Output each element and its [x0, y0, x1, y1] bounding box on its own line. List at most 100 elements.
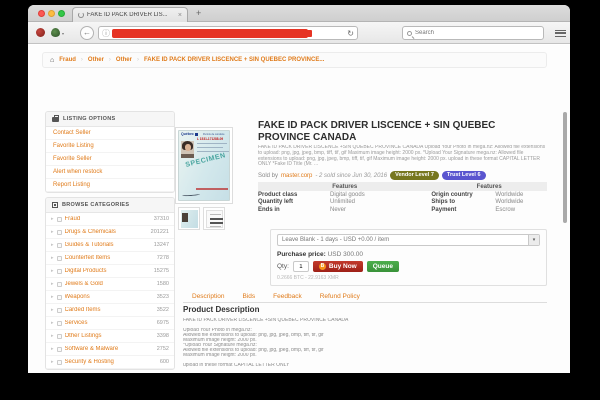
caret-right-icon[interactable]: ▸ — [51, 281, 54, 287]
breadcrumb-item[interactable]: FAKE ID PACK DRIVER LISCENCE + SIN QUEBE… — [144, 57, 324, 63]
menu-icon[interactable] — [555, 30, 566, 37]
minimize-window-button[interactable] — [48, 10, 55, 17]
category-link[interactable]: Guides & Tutorials — [65, 242, 151, 248]
category-link[interactable]: Counterfeit Items — [65, 255, 154, 261]
caret-right-icon[interactable]: ▸ — [51, 242, 54, 248]
thumbnail-front[interactable] — [178, 207, 200, 230]
screenshot-stage: FAKE ID PACK DRIVER LIS... × + ▾ ← ⓘ ↻ — [0, 0, 600, 400]
reload-icon[interactable]: ↻ — [347, 29, 354, 38]
caret-right-icon[interactable]: ▸ — [51, 307, 54, 313]
browser-tab[interactable]: FAKE ID PACK DRIVER LIS... × — [72, 7, 188, 22]
sold-by-row: Sold by master.corp - 2 sold since Jun 3… — [258, 170, 550, 181]
tor-onion-icon[interactable] — [51, 28, 60, 37]
category-checkbox[interactable] — [57, 321, 62, 326]
listing-option-link[interactable]: Report Listing — [46, 179, 174, 192]
feature-label: Ships to — [431, 199, 495, 205]
license-flag-mark — [195, 133, 198, 136]
category-link[interactable]: Services — [65, 320, 154, 326]
sold-by-label: Sold by — [258, 173, 278, 179]
browser-search-input[interactable] — [415, 30, 539, 36]
category-checkbox[interactable] — [57, 360, 62, 365]
feature-row: Ships to Worldwide — [431, 199, 547, 207]
listing-tab[interactable]: Feedback — [264, 290, 311, 303]
category-link[interactable]: Weapons — [65, 294, 154, 300]
caret-right-icon[interactable]: ▸ — [51, 346, 54, 352]
zoom-window-button[interactable] — [58, 10, 65, 17]
onion-caret-icon[interactable]: ▾ — [62, 31, 64, 36]
category-row[interactable]: ▸ Other Listings 3398 — [46, 330, 174, 343]
listing-option-link[interactable]: Contact Seller — [46, 127, 174, 140]
category-link[interactable]: Other Listings — [65, 333, 154, 339]
category-link[interactable]: Security & Hosting — [65, 359, 157, 365]
caret-right-icon[interactable]: ▸ — [51, 229, 54, 235]
category-checkbox[interactable] — [57, 295, 62, 300]
category-checkbox[interactable] — [57, 308, 62, 313]
category-checkbox[interactable] — [57, 282, 62, 287]
buy-now-button[interactable]: B Buy Now — [313, 261, 363, 272]
category-row[interactable]: ▸ Carded Items 3522 — [46, 304, 174, 317]
select-arrow-icon[interactable]: ▾ — [528, 235, 539, 245]
category-row[interactable]: ▸ Counterfeit Items 7278 — [46, 252, 174, 265]
url-bar[interactable]: ⓘ ↻ — [98, 26, 358, 40]
category-count: 201221 — [151, 229, 169, 235]
close-window-button[interactable] — [38, 10, 45, 17]
category-checkbox[interactable] — [57, 230, 62, 235]
category-link[interactable]: Carded Items — [65, 307, 154, 313]
category-row[interactable]: ▸ Jewels & Gold 1580 — [46, 278, 174, 291]
category-link[interactable]: Fraud — [65, 216, 151, 222]
category-row[interactable]: ▸ Security & Hosting 600 — [46, 356, 174, 369]
site-info-icon[interactable]: ⓘ — [102, 29, 110, 38]
category-checkbox[interactable] — [57, 243, 62, 248]
thumbnail-back[interactable] — [203, 207, 225, 230]
listing-tab[interactable]: Description — [183, 290, 234, 303]
shipping-option-select[interactable]: Leave Blank - 1 days - USD +0.00 / item … — [277, 234, 540, 246]
home-icon[interactable]: ⌂ — [50, 57, 54, 64]
new-tab-button[interactable]: + — [196, 8, 201, 18]
caret-right-icon[interactable]: ▸ — [51, 268, 54, 274]
category-checkbox[interactable] — [57, 334, 62, 339]
category-count: 6975 — [157, 320, 169, 326]
listing-tab[interactable]: Refund Policy — [311, 290, 369, 303]
category-row[interactable]: ▸ Services 6975 — [46, 317, 174, 330]
listing-option-link[interactable]: Favorite Seller — [46, 153, 174, 166]
category-row[interactable]: ▸ Guides & Tutorials 13247 — [46, 239, 174, 252]
category-link[interactable]: Drugs & Chemicals — [65, 229, 148, 235]
caret-right-icon[interactable]: ▸ — [51, 320, 54, 326]
caret-right-icon[interactable]: ▸ — [51, 294, 54, 300]
category-link[interactable]: Jewels & Gold — [65, 281, 154, 287]
breadcrumb-item[interactable]: Other — [88, 57, 104, 63]
queue-button[interactable]: Queue — [367, 261, 399, 272]
category-link[interactable]: Digital Products — [65, 268, 151, 274]
category-row[interactable]: ▸ Software & Malware 2752 — [46, 343, 174, 356]
category-row[interactable]: ▸ Drugs & Chemicals 201221 — [46, 226, 174, 239]
scrollbar-thumb[interactable] — [563, 112, 567, 223]
tab-close-icon[interactable]: × — [178, 12, 182, 19]
listing-tab[interactable]: Bids — [234, 290, 265, 303]
category-checkbox[interactable] — [57, 256, 62, 261]
category-checkbox[interactable] — [57, 347, 62, 352]
category-checkbox[interactable] — [57, 217, 62, 222]
vendor-link[interactable]: master.corp — [281, 173, 312, 179]
noscript-icon[interactable] — [36, 28, 45, 37]
purchase-price-value: USD 300.00 — [328, 251, 363, 258]
listing-option-link[interactable]: Alert when restock — [46, 166, 174, 179]
caret-right-icon[interactable]: ▸ — [51, 359, 54, 365]
category-row[interactable]: ▸ Weapons 3523 — [46, 291, 174, 304]
category-link[interactable]: Software & Malware — [65, 346, 154, 352]
caret-right-icon[interactable]: ▸ — [51, 333, 54, 339]
category-row[interactable]: ▸ Fraud 37310 — [46, 213, 174, 226]
caret-right-icon[interactable]: ▸ — [51, 255, 54, 261]
listing-title: FAKE ID PACK DRIVER LISCENCE + SIN QUEBE… — [258, 120, 550, 143]
breadcrumb-item[interactable]: Fraud — [59, 57, 76, 63]
qty-input[interactable] — [293, 261, 309, 272]
category-checkbox[interactable] — [57, 269, 62, 274]
caret-right-icon[interactable]: ▸ — [51, 216, 54, 222]
category-row[interactable]: ▸ Digital Products 15275 — [46, 265, 174, 278]
breadcrumb-item[interactable]: Other — [116, 57, 132, 63]
browser-search-box[interactable] — [402, 26, 544, 40]
product-image[interactable]: Québec Permis de conduire L 1531-171288-… — [175, 127, 233, 204]
back-button[interactable]: ← — [80, 26, 94, 40]
license-number-text: L 1531-171288-09 — [197, 137, 223, 141]
feature-label: Payment — [431, 207, 495, 213]
listing-option-link[interactable]: Favorite Listing — [46, 140, 174, 153]
